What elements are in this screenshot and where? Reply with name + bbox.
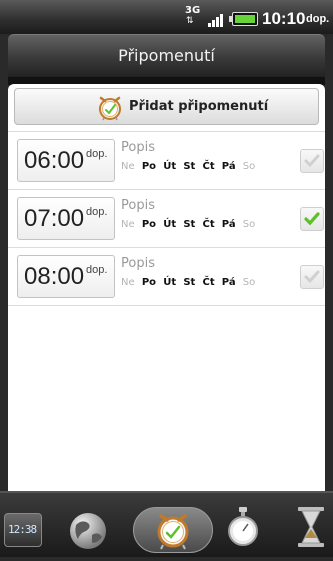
- alarm-time-box[interactable]: 07:00 dop.: [17, 197, 115, 240]
- status-time: 10:10: [262, 9, 306, 28]
- add-alarm-button[interactable]: Přidat připomenutí: [14, 88, 319, 125]
- alarm-time: 08:00: [24, 263, 85, 290]
- day-mon: Po: [141, 277, 157, 288]
- day-tue: Út: [163, 161, 177, 172]
- network-3g-icon: 3G ⇅: [185, 5, 201, 29]
- add-alarm-label: Přidat připomenutí: [129, 99, 269, 114]
- day-sat: So: [242, 219, 256, 230]
- alarm-clock-icon: [99, 96, 121, 121]
- globe-icon: [70, 513, 106, 549]
- tab-timer[interactable]: [294, 505, 328, 549]
- hourglass-icon: [298, 507, 324, 547]
- alarm-days: Ne Po Út St Čt Pá So: [121, 161, 259, 172]
- check-icon: [304, 270, 320, 284]
- alarm-clock-icon: [157, 514, 189, 550]
- alarm-row[interactable]: 08:00 dop. Popis Ne Po Út St Čt Pá So: [8, 247, 325, 306]
- data-arrows-icon: ⇅: [186, 16, 194, 26]
- alarm-time: 07:00: [24, 205, 85, 232]
- day-sun: Ne: [121, 161, 135, 172]
- alarm-time-box[interactable]: 06:00 dop.: [17, 139, 115, 182]
- alarm-description: Popis: [121, 198, 155, 213]
- stopwatch-icon: [228, 507, 258, 546]
- day-fri: Pá: [221, 219, 236, 230]
- day-mon: Po: [141, 219, 157, 230]
- status-ampm: dop.: [306, 13, 330, 25]
- alarm-row[interactable]: 06:00 dop. Popis Ne Po Út St Čt Pá So: [8, 131, 325, 189]
- alarm-days: Ne Po Út St Čt Pá So: [121, 277, 259, 288]
- alarm-time-box[interactable]: 08:00 dop.: [17, 255, 115, 298]
- day-thu: Čt: [202, 219, 215, 230]
- alarm-time: 06:00: [24, 147, 85, 174]
- tab-world-clock[interactable]: [68, 511, 118, 561]
- day-thu: Čt: [202, 277, 215, 288]
- alarm-description: Popis: [121, 140, 155, 155]
- alarm-ampm: dop.: [86, 264, 108, 276]
- digital-clock-icon: 12:38: [4, 513, 42, 547]
- day-thu: Čt: [202, 161, 215, 172]
- day-fri: Pá: [221, 161, 236, 172]
- tab-alarms[interactable]: [133, 503, 213, 555]
- day-wed: St: [183, 161, 196, 172]
- network-type-label: 3G: [185, 5, 201, 16]
- alarm-days: Ne Po Út St Čt Pá So: [121, 219, 259, 230]
- bottom-tab-bar: 12:38: [0, 491, 333, 557]
- battery-icon: [229, 12, 258, 26]
- day-wed: St: [183, 219, 196, 230]
- day-mon: Po: [141, 161, 157, 172]
- alarm-toggle-checkbox[interactable]: [300, 149, 324, 173]
- page-title: Připomenutí: [8, 34, 325, 85]
- signal-icon: [208, 11, 228, 27]
- alarm-toggle-checkbox[interactable]: [300, 265, 324, 289]
- day-tue: Út: [163, 277, 177, 288]
- check-icon: [304, 212, 320, 226]
- day-sun: Ne: [121, 277, 135, 288]
- tab-desk-clock[interactable]: 12:38: [4, 513, 42, 547]
- alarm-row[interactable]: 07:00 dop. Popis Ne Po Út St Čt Pá So: [8, 189, 325, 247]
- status-bar: 3G ⇅ 10:10 dop.: [0, 0, 333, 34]
- alarm-ampm: dop.: [86, 148, 108, 160]
- day-sun: Ne: [121, 219, 135, 230]
- alarm-description: Popis: [121, 256, 155, 271]
- day-sat: So: [242, 161, 256, 172]
- tab-stopwatch[interactable]: [226, 505, 260, 549]
- day-fri: Pá: [221, 277, 236, 288]
- day-sat: So: [242, 277, 256, 288]
- desk-clock-digits: 12:38: [8, 523, 37, 536]
- day-wed: St: [183, 277, 196, 288]
- check-icon: [304, 154, 320, 168]
- day-tue: Út: [163, 219, 177, 230]
- alarm-ampm: dop.: [86, 206, 108, 218]
- alarm-toggle-checkbox[interactable]: [300, 207, 324, 231]
- alarm-list-panel: Přidat připomenutí 06:00 dop. Popis Ne P…: [8, 84, 325, 491]
